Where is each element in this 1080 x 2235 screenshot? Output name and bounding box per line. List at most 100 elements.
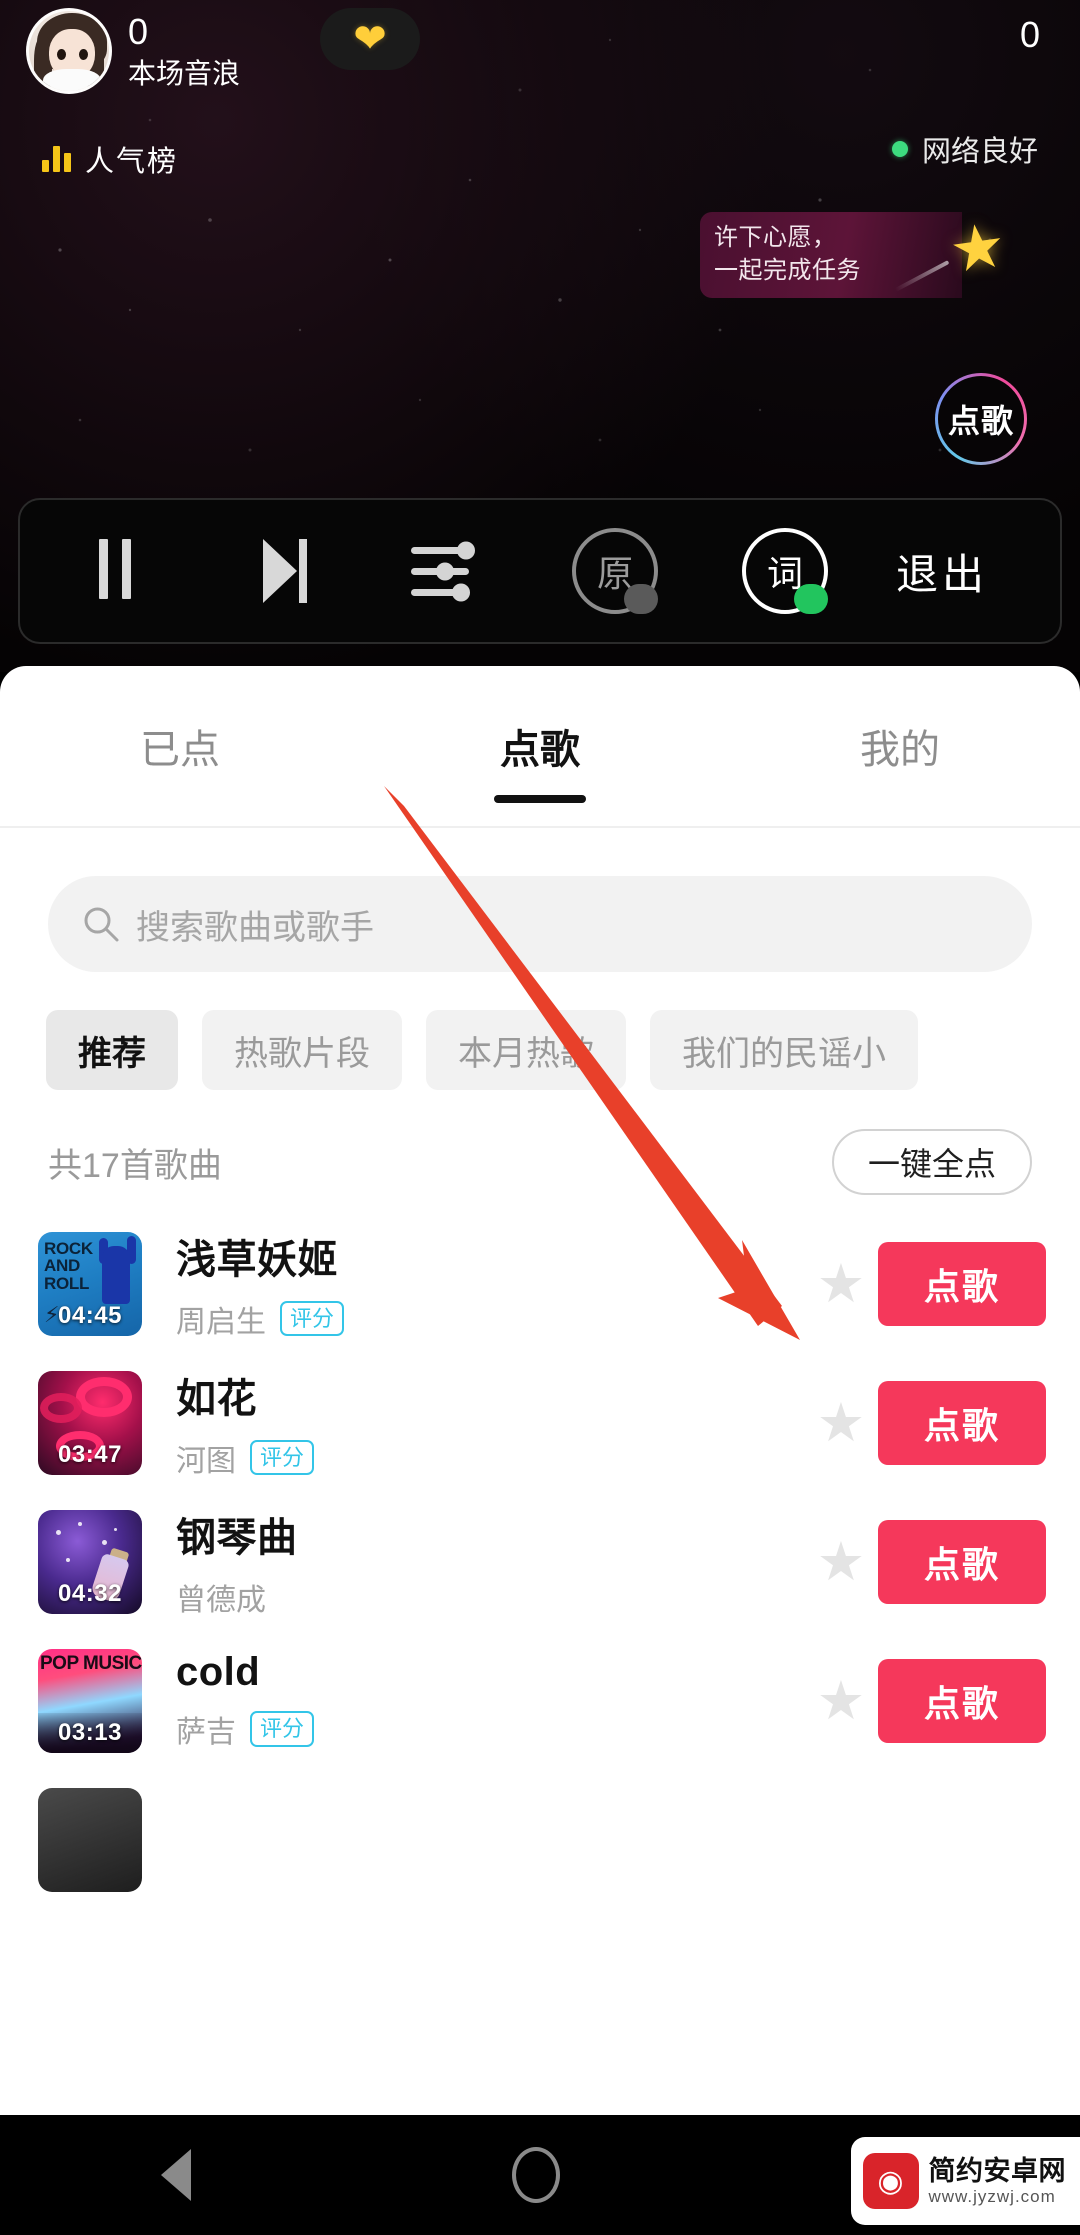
original-voice-toggle-dot [624, 584, 658, 614]
order-song-button-label: 点歌 [923, 1682, 1000, 1724]
chip-monthly-hot-label: 本月热歌 [458, 1034, 594, 1073]
table-row[interactable]: ROCK AND ROLL ⚡ 04:45 浅草妖姬 周启生 评分 ★ 点歌 [0, 1214, 1080, 1353]
equalizer-icon [411, 541, 475, 602]
order-song-button-label: 点歌 [923, 1543, 1000, 1585]
song-title: cold [176, 1650, 261, 1694]
favorite-star-icon[interactable]: ★ [804, 1257, 878, 1311]
order-song-button[interactable]: 点歌 [878, 1241, 1046, 1326]
search-icon [84, 907, 119, 942]
tab-order-song-label: 点歌 [500, 728, 580, 772]
song-artist: 萨吉 [176, 1716, 236, 1749]
song-title: 浅草妖姬 [176, 1237, 338, 1282]
song-artist: 曾德成 [176, 1583, 266, 1617]
category-chips: 推荐 热歌片段 本月热歌 我们的民谣小 [0, 1010, 1080, 1090]
popularity-rank-label: 人气榜 [85, 146, 179, 178]
pause-button[interactable] [20, 498, 210, 644]
song-picker-sheet: 已点 点歌 我的 搜索歌曲或歌手 推荐 热歌片段 本月热歌 我们的民谣小 共17… [0, 666, 1080, 2115]
next-icon [263, 539, 307, 603]
wish-banner[interactable]: 许下心愿， 一起完成任务 ★ [700, 210, 1010, 298]
watermark-text: 简约安卓网 www.jyzwj.com [929, 2156, 1067, 2205]
bar-chart-icon [42, 146, 71, 172]
tab-mine[interactable]: 我的 [720, 717, 1080, 775]
song-info: cold 萨吉 评分 [176, 1650, 804, 1751]
cover-text: POP MUSIC [40, 1652, 142, 1674]
song-artist: 周启生 [176, 1305, 266, 1339]
chip-monthly-hot[interactable]: 本月热歌 [426, 1010, 626, 1090]
song-cover: ROCK AND ROLL ⚡ 04:45 [38, 1231, 142, 1336]
original-voice-toggle[interactable]: 原 [530, 498, 700, 644]
tab-ordered[interactable]: 已点 [0, 717, 360, 775]
heart-gift-button[interactable]: ❤ [320, 8, 420, 70]
exit-label: 退出 [896, 550, 989, 598]
song-duration: 03:13 [58, 1718, 122, 1746]
table-row[interactable] [0, 1770, 1080, 1909]
equalizer-button[interactable] [360, 498, 530, 644]
song-subline: 萨吉 评分 [176, 1707, 804, 1751]
song-cover [38, 1787, 142, 1892]
audio-count: 0 [128, 10, 149, 52]
chip-recommend-label: 推荐 [78, 1034, 146, 1073]
watermark: ◉ 简约安卓网 www.jyzwj.com [850, 2137, 1080, 2225]
avatar[interactable] [26, 8, 112, 94]
wish-banner-line1: 许下心愿， [714, 224, 837, 251]
song-duration: 04:32 [58, 1579, 122, 1607]
lyric-toggle-dot [794, 584, 828, 614]
table-row[interactable]: POP MUSIC 03:13 cold 萨吉 评分 ★ 点歌 [0, 1631, 1080, 1770]
song-list: ROCK AND ROLL ⚡ 04:45 浅草妖姬 周启生 评分 ★ 点歌 0… [0, 1214, 1080, 1909]
original-voice-icon: 原 [572, 528, 658, 614]
network-status: 网络良好 [891, 128, 1038, 170]
table-row[interactable]: 04:32 钢琴曲 曾德成 ★ 点歌 [0, 1492, 1080, 1631]
select-all-button[interactable]: 一键全点 [831, 1129, 1032, 1195]
tab-active-underline [494, 795, 586, 803]
song-duration: 03:47 [58, 1440, 122, 1468]
order-song-button[interactable]: 点歌 [878, 1380, 1046, 1465]
song-count-row: 共17首歌曲 一键全点 [0, 1120, 1080, 1204]
phone-screen: 0 本场音浪 ❤ 0 人气榜 网络良好 许下心愿， 一起完成任务 ★ 点歌 原 … [0, 0, 1080, 2235]
home-icon[interactable] [511, 2147, 560, 2203]
avatar-body [43, 69, 101, 91]
favorite-star-icon[interactable]: ★ [804, 1674, 878, 1728]
song-subline: 河图 评分 [176, 1436, 804, 1480]
chip-hot-clips[interactable]: 热歌片段 [202, 1010, 402, 1090]
network-status-dot [891, 141, 908, 157]
watermark-url: www.jyzwj.com [928, 2186, 1056, 2206]
shooting-star-icon: ★ [945, 210, 1011, 287]
song-cover: 04:32 [38, 1509, 142, 1614]
song-title: 钢琴曲 [176, 1515, 298, 1560]
chip-hot-clips-label: 热歌片段 [234, 1034, 370, 1073]
chip-folk[interactable]: 我们的民谣小 [650, 1010, 918, 1090]
order-song-button[interactable]: 点歌 [878, 1658, 1046, 1743]
table-row[interactable]: 03:47 如花 河图 评分 ★ 点歌 [0, 1353, 1080, 1492]
sheet-tabs: 已点 点歌 我的 [0, 666, 1080, 828]
avatar-eye-left [57, 49, 66, 60]
exit-button[interactable]: 退出 [896, 498, 988, 644]
back-icon[interactable] [160, 2149, 191, 2201]
score-badge: 评分 [250, 1439, 315, 1476]
search-input[interactable]: 搜索歌曲或歌手 [48, 876, 1032, 972]
order-song-circle-button[interactable]: 点歌 [935, 373, 1027, 465]
favorite-star-icon[interactable]: ★ [804, 1535, 878, 1589]
song-title [176, 1817, 1046, 1862]
next-song-button[interactable] [210, 498, 360, 644]
host-info[interactable]: 0 本场音浪 [26, 8, 240, 94]
song-info: 如花 河图 评分 [176, 1366, 804, 1480]
score-badge: 评分 [250, 1711, 315, 1747]
song-info: 浅草妖姬 周启生 评分 [176, 1227, 804, 1341]
order-song-button-label: 点歌 [923, 1404, 1000, 1446]
order-song-button[interactable]: 点歌 [878, 1519, 1046, 1604]
live-stream-area: 0 本场音浪 ❤ 0 人气榜 网络良好 许下心愿， 一起完成任务 ★ 点歌 原 … [0, 0, 1080, 672]
search-placeholder: 搜索歌曲或歌手 [136, 908, 374, 947]
tab-ordered-label: 已点 [140, 728, 220, 772]
audio-count-label: 本场音浪 [128, 58, 241, 90]
order-song-button-label: 点歌 [923, 1265, 1000, 1307]
avatar-eye-right [79, 49, 88, 60]
popularity-rank-button[interactable]: 人气榜 [42, 138, 178, 180]
score-badge: 评分 [280, 1300, 345, 1337]
network-status-label: 网络良好 [921, 136, 1038, 168]
song-info: 钢琴曲 曾德成 [176, 1505, 804, 1619]
lyric-toggle[interactable]: 词 [700, 498, 870, 644]
favorite-star-icon[interactable]: ★ [804, 1396, 878, 1450]
song-subline: 曾德成 [176, 1575, 804, 1619]
chip-recommend[interactable]: 推荐 [46, 1010, 178, 1090]
tab-order-song[interactable]: 点歌 [360, 717, 720, 803]
